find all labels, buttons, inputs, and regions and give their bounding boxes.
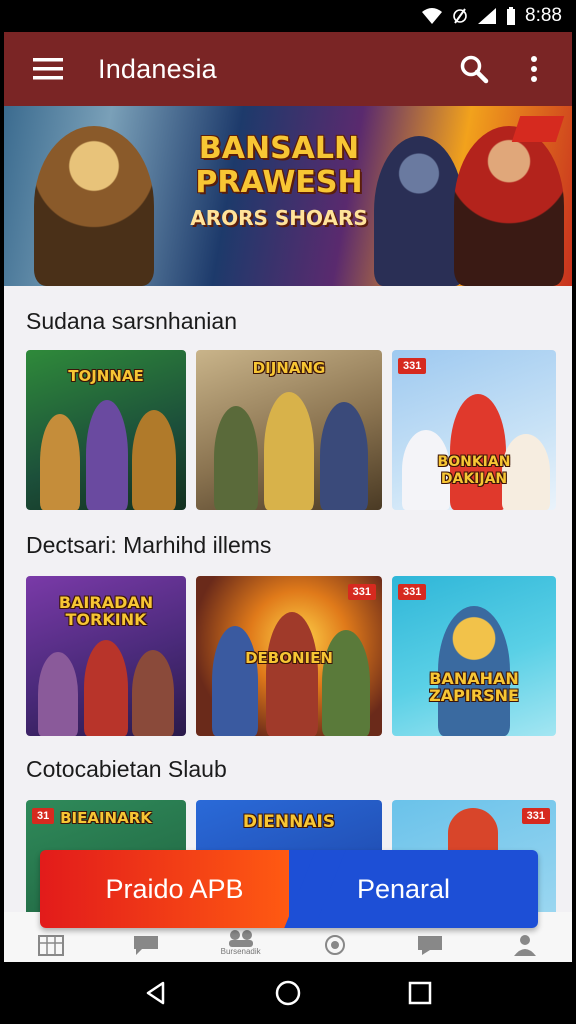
app-title: Indanesia [98, 53, 217, 84]
card-character-image [266, 612, 318, 736]
card-character-image [132, 650, 174, 736]
card-character-image [40, 414, 80, 510]
nav-profile[interactable] [495, 934, 555, 956]
grid-icon [38, 935, 65, 956]
card-title: DIJNANG [252, 359, 326, 377]
app-window: Indanesia BANSALN PRAWESH ARORS SHOARS S… [4, 32, 572, 962]
nav-home[interactable] [21, 932, 81, 956]
battery-icon [507, 7, 516, 25]
card-title: DEBONIEN [245, 649, 333, 667]
card-title: TOJNNAE [68, 367, 144, 385]
nav-target[interactable] [305, 934, 365, 956]
recents-icon[interactable] [407, 980, 433, 1006]
card-character-image [86, 400, 128, 510]
section-title-1: Sudana sarsnhanian [26, 308, 237, 334]
game-card[interactable]: BAIRADAN TORKINK [26, 576, 186, 736]
game-card[interactable]: DIJNANG [196, 350, 382, 510]
card-character-image [264, 392, 314, 510]
more-vert-icon [531, 56, 537, 82]
banner-title: BANSALN PRAWESH ARORS SHOARS [154, 131, 404, 231]
game-card[interactable]: 331 BONKIAN DAKIJAN [392, 350, 556, 510]
search-icon [460, 55, 489, 84]
banner-flag [511, 116, 565, 142]
card-badge: 331 [398, 584, 427, 600]
status-time: 8:88 [525, 5, 562, 26]
hero-fighter-image [454, 126, 564, 286]
nav-chat[interactable] [116, 934, 176, 956]
card-character-image [38, 652, 78, 736]
nav-community-label: Bursenadik [220, 947, 261, 956]
back-icon[interactable] [143, 980, 169, 1006]
section-title-3: Cotocabietan Slaub [26, 756, 227, 782]
card-character-image [450, 394, 506, 510]
card-badge: 331 [521, 808, 550, 824]
wifi-icon [422, 8, 443, 24]
card-title: BANAHAN ZAPIRSNE [429, 669, 519, 705]
card-character-image [84, 640, 128, 736]
game-card[interactable]: TOJNNAE [26, 350, 186, 510]
hero-warrior-image [34, 126, 154, 286]
card-character-image [214, 406, 258, 510]
card-title: BONKIAN DAKIJAN [437, 454, 511, 487]
nav-community[interactable]: Bursenadik [211, 929, 271, 956]
card-badge: 331 [398, 358, 427, 374]
menu-button[interactable] [28, 49, 68, 89]
group-icon [228, 930, 253, 947]
game-card[interactable]: 331 BANAHAN ZAPIRSNE [392, 576, 556, 736]
target-icon [325, 935, 346, 955]
profile-icon [513, 935, 536, 956]
card-character-image [320, 402, 368, 510]
chat-icon [133, 936, 158, 955]
section-title-2: Dectsari: Marhihd illems [26, 532, 272, 558]
status-bar: 8:88 [0, 0, 576, 32]
home-icon[interactable] [274, 979, 302, 1007]
featured-banner[interactable]: BANSALN PRAWESH ARORS SHOARS [4, 106, 572, 286]
primary-cta-button[interactable]: Praido APB [40, 850, 289, 928]
nav-messages[interactable] [400, 934, 460, 956]
banner-subtitle: ARORS SHOARS [190, 206, 368, 230]
banner-title-line2: PRAWESH [195, 165, 363, 200]
card-character-image [212, 626, 258, 736]
card-character-image [322, 630, 370, 736]
cta-banner: Praido APB Penaral [40, 850, 538, 928]
banner-title-line1: BANSALN [198, 131, 360, 166]
overflow-menu-button[interactable] [514, 49, 554, 89]
game-row-2: BAIRADAN TORKINK 331 DEBONIEN 331 BANAHA… [26, 576, 556, 736]
game-card[interactable]: 331 DEBONIEN [196, 576, 382, 736]
app-toolbar: Indanesia [4, 32, 572, 106]
card-badge: 331 [347, 584, 376, 600]
card-title: BIEAINARK [60, 809, 152, 827]
data-icon [453, 8, 467, 24]
message-icon [417, 936, 442, 955]
signal-icon [478, 8, 497, 24]
card-title: DIENNAIS [242, 812, 336, 832]
search-button[interactable] [454, 49, 494, 89]
hamburger-icon [33, 58, 63, 80]
system-navigation-bar [0, 962, 576, 1024]
card-title: BAIRADAN TORKINK [58, 593, 154, 629]
game-row-1: TOJNNAE DIJNANG 331 BONKIAN DAKIJAN [26, 350, 556, 510]
card-character-image [132, 410, 176, 510]
